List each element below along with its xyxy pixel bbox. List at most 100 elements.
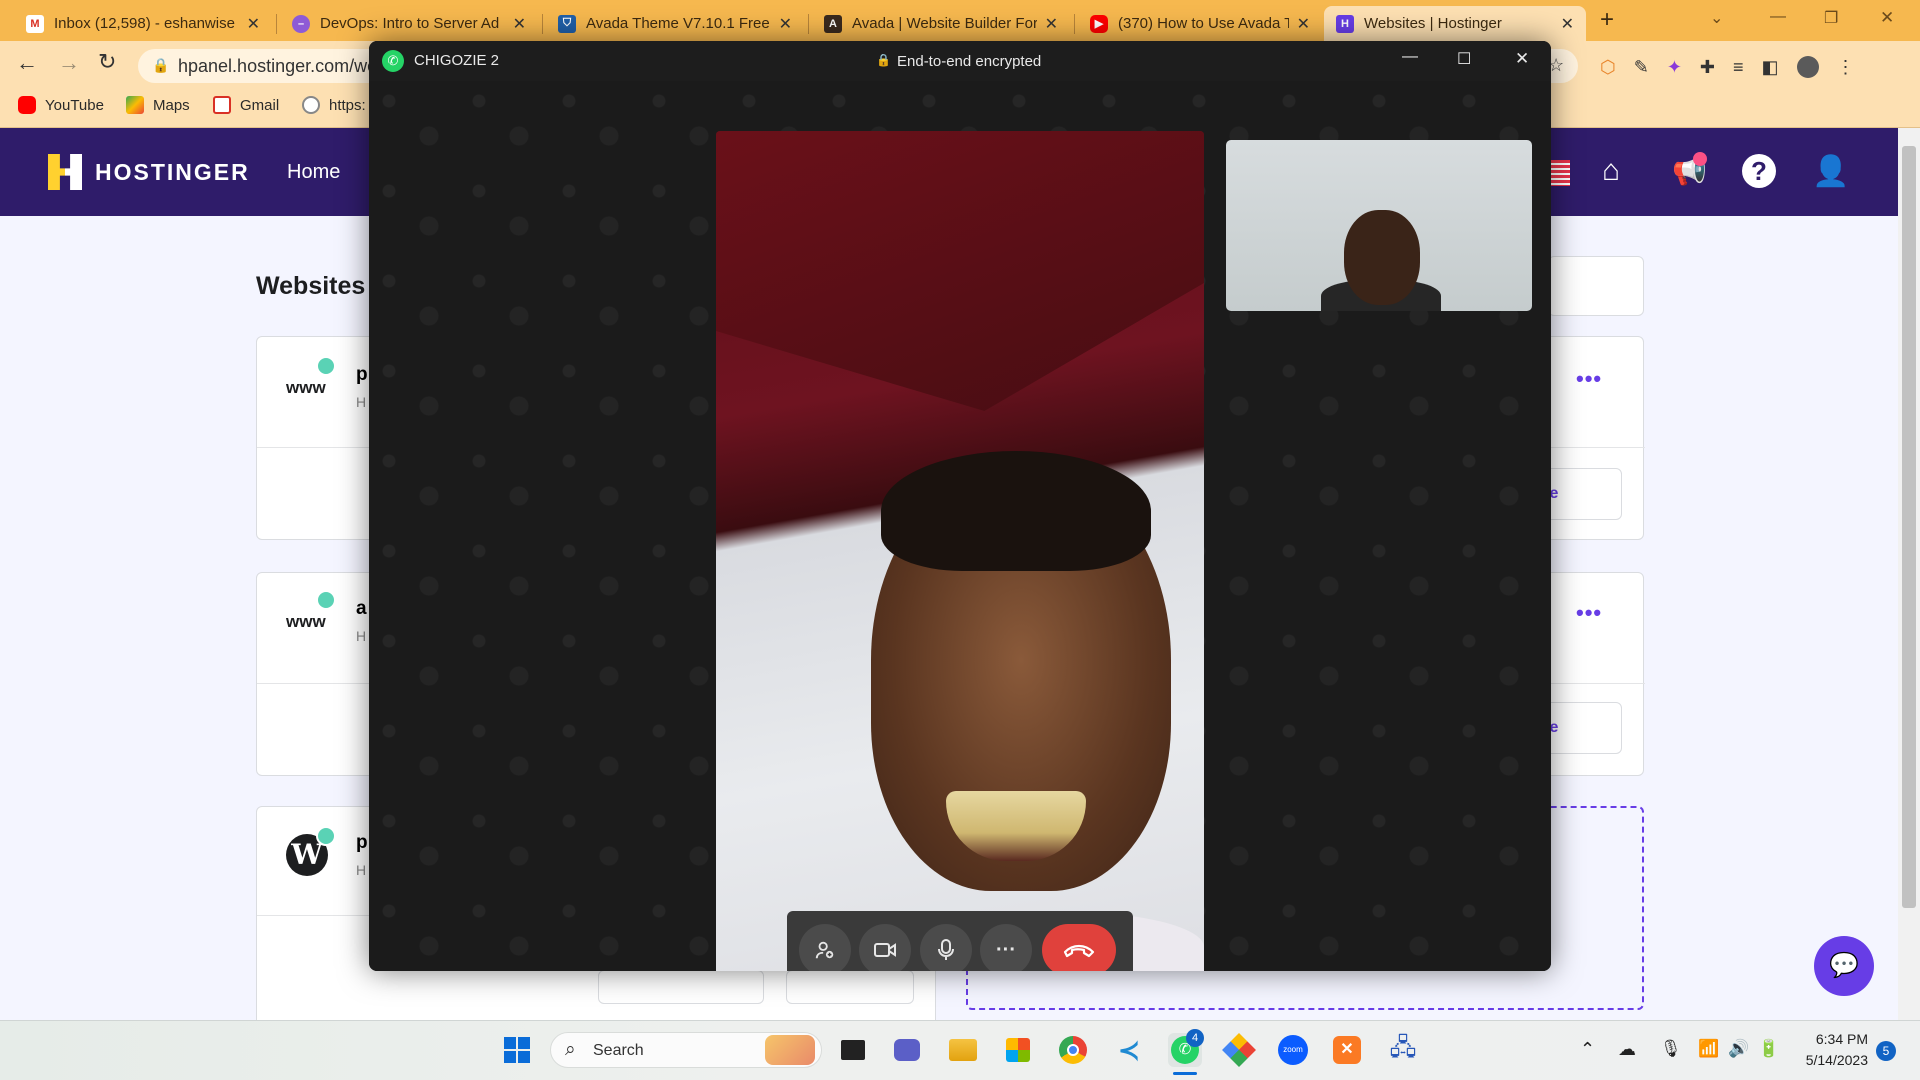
- active-indicator: [1173, 1072, 1197, 1075]
- close-icon[interactable]: ✕: [513, 14, 526, 34]
- video-chat-icon: [894, 1039, 920, 1061]
- file-explorer[interactable]: [946, 1033, 980, 1067]
- store-flag-icon[interactable]: [1548, 160, 1570, 186]
- close-icon[interactable]: ✕: [1561, 14, 1574, 34]
- card-action-button[interactable]: [786, 970, 914, 1004]
- store-icon[interactable]: ⌂: [1602, 154, 1620, 188]
- media-icon[interactable]: ≡: [1733, 57, 1744, 78]
- website-name[interactable]: a: [356, 598, 367, 620]
- vscode-app[interactable]: ≺: [1112, 1033, 1146, 1067]
- end-call-button[interactable]: [1042, 924, 1116, 971]
- extension-bar: ⬡ ✎ ✦ ✚ ≡ ◧ ⋮: [1600, 52, 1900, 82]
- forward-icon[interactable]: →: [58, 50, 80, 76]
- remote-desktop-icon: 🖧: [1389, 1033, 1417, 1061]
- microsoft-store[interactable]: [1001, 1033, 1035, 1067]
- notification-count-badge[interactable]: 5: [1876, 1041, 1896, 1061]
- menu-icon[interactable]: ⋮: [1837, 57, 1855, 78]
- window-close-icon[interactable]: ✕: [1880, 8, 1894, 28]
- notification-dot: [1693, 152, 1707, 166]
- chat-support-icon[interactable]: 💬: [1814, 936, 1874, 996]
- microphone-button[interactable]: [920, 924, 972, 971]
- bookmark-maps[interactable]: Maps: [126, 96, 190, 114]
- wifi-icon[interactable]: 📶: [1698, 1039, 1719, 1059]
- close-icon[interactable]: ✕: [1045, 14, 1058, 34]
- volume-icon[interactable]: 🔊: [1728, 1039, 1749, 1059]
- nav-home[interactable]: Home: [287, 161, 340, 184]
- start-button[interactable]: [500, 1033, 534, 1067]
- zoom-app[interactable]: zoom: [1276, 1033, 1310, 1067]
- xampp-icon: ✕: [1333, 1036, 1361, 1064]
- call-body: ···: [369, 81, 1551, 971]
- tab-avada-builder[interactable]: A Avada | Website Builder For ✕: [812, 6, 1070, 41]
- more-options-button[interactable]: •••: [1576, 366, 1602, 392]
- pen-icon[interactable]: ✎: [1634, 57, 1649, 78]
- sparkle-icon[interactable]: ✦: [1667, 57, 1682, 78]
- website-name[interactable]: p: [356, 832, 368, 854]
- call-titlebar: ✆ CHIGOZIE 2 🔒 End-to-end encrypted — ☐ …: [369, 41, 1551, 81]
- card-action-button[interactable]: [598, 970, 764, 1004]
- xampp-app[interactable]: ✕: [1330, 1033, 1364, 1067]
- more-options-button[interactable]: ···: [980, 924, 1032, 971]
- meet-app[interactable]: [890, 1033, 924, 1067]
- clock-time[interactable]: 6:34 PM: [1798, 1031, 1868, 1047]
- extension-icon[interactable]: ⬡: [1600, 57, 1616, 78]
- microphone-tray-icon[interactable]: 🎙: [1660, 1039, 1682, 1059]
- account-icon[interactable]: 👤: [1812, 154, 1849, 189]
- tab-hostinger[interactable]: H Websites | Hostinger ✕: [1324, 6, 1586, 41]
- url-text: hpanel.hostinger.com/we: [178, 56, 378, 76]
- add-participant-button[interactable]: [799, 924, 851, 971]
- page-scrollbar[interactable]: [1898, 128, 1920, 1020]
- whatsapp-app[interactable]: ✆ 4: [1168, 1029, 1204, 1067]
- taskbar-search[interactable]: ⌕ Search: [550, 1032, 822, 1068]
- tab-devops[interactable]: – DevOps: Intro to Server Ad ✕: [280, 6, 538, 41]
- tab-youtube[interactable]: ▶ (370) How to Use Avada Th ✕: [1078, 6, 1322, 41]
- self-video[interactable]: [1226, 140, 1532, 311]
- search-highlight-icon: [765, 1035, 815, 1065]
- chrome-app[interactable]: [1056, 1033, 1090, 1067]
- close-icon[interactable]: ✕: [247, 14, 260, 34]
- tab-avada-theme[interactable]: ⛉ Avada Theme V7.10.1 Free ✕: [546, 6, 804, 41]
- store-icon: [1006, 1038, 1030, 1062]
- onedrive-icon[interactable]: ☁: [1618, 1039, 1636, 1060]
- gitkraken-app[interactable]: [1222, 1033, 1256, 1067]
- shield-icon: ⛉: [558, 14, 576, 33]
- scrollbar-thumb[interactable]: [1902, 146, 1916, 908]
- close-icon[interactable]: ✕: [1297, 14, 1310, 34]
- battery-icon[interactable]: 🔋: [1758, 1039, 1779, 1059]
- back-icon[interactable]: ←: [16, 50, 38, 76]
- help-icon[interactable]: ?: [1742, 154, 1776, 188]
- video-toggle-button[interactable]: [859, 924, 911, 971]
- status-dot: [316, 590, 336, 610]
- close-icon[interactable]: ✕: [779, 14, 792, 34]
- new-tab-button[interactable]: +: [1600, 6, 1614, 34]
- close-icon[interactable]: ✕: [1515, 49, 1529, 69]
- search-box[interactable]: [1548, 256, 1644, 316]
- contact-name: CHIGOZIE 2: [414, 52, 500, 69]
- minimize-icon[interactable]: —: [1402, 48, 1418, 66]
- tab-gmail[interactable]: M Inbox (12,598) - eshanwise ✕: [14, 6, 272, 41]
- sidepanel-icon[interactable]: ◧: [1762, 57, 1779, 78]
- microphone-icon: [938, 939, 954, 960]
- website-name[interactable]: p: [356, 364, 368, 386]
- tab-search-icon[interactable]: ⌄: [1710, 8, 1723, 28]
- maximize-icon[interactable]: ☐: [1457, 49, 1471, 69]
- reload-icon[interactable]: ↻: [98, 49, 116, 75]
- profile-avatar[interactable]: [1796, 56, 1819, 78]
- page-title: Websites: [256, 272, 366, 300]
- clock-date[interactable]: 5/14/2023: [1798, 1052, 1868, 1068]
- task-view-button[interactable]: [836, 1033, 870, 1067]
- course-icon: –: [292, 14, 310, 33]
- gmail-icon: M: [26, 14, 44, 33]
- bookmark-github[interactable]: https:: [302, 96, 366, 114]
- status-dot: [316, 356, 336, 376]
- bookmark-youtube[interactable]: YouTube: [18, 96, 104, 114]
- restore-icon[interactable]: ❐: [1824, 8, 1838, 28]
- minimize-icon[interactable]: —: [1770, 8, 1786, 26]
- puzzle-icon[interactable]: ✚: [1700, 57, 1715, 78]
- bookmark-gmail[interactable]: Gmail: [213, 96, 279, 114]
- more-options-button[interactable]: •••: [1576, 600, 1602, 626]
- tray-overflow-icon[interactable]: ⌃: [1580, 1039, 1595, 1060]
- task-view-icon: [841, 1040, 865, 1060]
- lock-icon: 🔒: [876, 53, 891, 67]
- remote-desktop-app[interactable]: 🖧: [1386, 1033, 1420, 1067]
